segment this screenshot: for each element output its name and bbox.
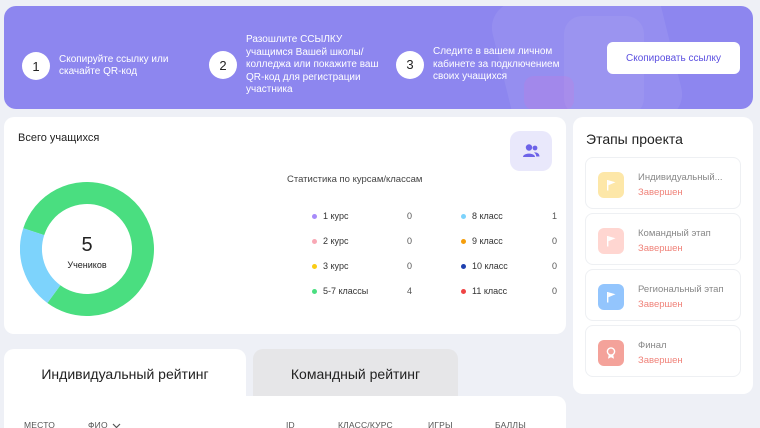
- stat-row: 9 класс 0: [461, 235, 557, 247]
- students-card: Всего учащихся 5 Учеников Статистика по …: [4, 117, 566, 334]
- step-text: Следите в вашем личном кабинете за подкл…: [433, 46, 560, 82]
- stat-value: 0: [406, 261, 412, 271]
- medal-icon: [606, 347, 616, 359]
- stat-label: 1 курс: [323, 211, 349, 221]
- step-2: 2 Разошлите ССЫЛКУ учащимся Вашей школы/…: [209, 34, 391, 97]
- stat-value: 4: [406, 286, 412, 296]
- legend-dot: [461, 213, 466, 219]
- step-3: 3 Следите в вашем личном кабинете за под…: [396, 46, 578, 84]
- stage-status: Завершен: [638, 355, 683, 366]
- legend-dot: [461, 288, 466, 294]
- stage-regional[interactable]: Региональный этап Завершен: [585, 269, 741, 321]
- stat-value: 0: [551, 236, 557, 246]
- copy-link-button[interactable]: Скопировать ссылку: [607, 42, 740, 74]
- stage-status: Завершен: [638, 243, 683, 254]
- flag-icon: [607, 292, 616, 303]
- stat-row: 8 класс 1: [461, 210, 557, 222]
- step-1: 1 Скопируйте ссылку или скачайте QR-код: [22, 52, 199, 80]
- tab-team-rating[interactable]: Командный рейтинг: [253, 349, 458, 398]
- stage-name: Финал: [638, 340, 667, 351]
- stages-title: Этапы проекта: [586, 131, 683, 147]
- total-students-count: 5: [81, 234, 93, 256]
- stage-name: Командный этап: [638, 228, 711, 239]
- stats-title: Статистика по курсам/классам: [287, 174, 423, 185]
- users-icon: [510, 131, 552, 171]
- students-title: Всего учащихся: [18, 132, 100, 144]
- stat-row: 10 класс 0: [461, 260, 557, 272]
- stage-icon-box: [598, 228, 624, 254]
- stat-row: 1 курс 0: [312, 210, 412, 222]
- column-header-name-label: ФИО: [88, 420, 108, 428]
- legend-dot: [312, 238, 317, 244]
- stat-label: 8 класс: [472, 211, 503, 221]
- stat-label: 2 курс: [323, 236, 349, 246]
- stage-status: Завершен: [638, 187, 683, 198]
- step-text: Скопируйте ссылку или скачайте QR-код: [59, 53, 169, 78]
- column-header-name[interactable]: ФИО: [88, 420, 121, 428]
- legend-dot: [312, 213, 317, 219]
- column-header-games[interactable]: ИГРЫ: [428, 420, 453, 428]
- stat-label: 11 класс: [472, 286, 508, 296]
- stage-individual[interactable]: Индивидуальный... Завершен: [585, 157, 741, 209]
- flag-icon: [607, 236, 616, 247]
- stat-row: 2 курс 0: [312, 235, 412, 247]
- column-header-place[interactable]: МЕСТО: [24, 420, 55, 428]
- column-header-id[interactable]: ID: [286, 420, 295, 428]
- column-header-points[interactable]: БАЛЛЫ: [495, 420, 526, 428]
- stat-label: 3 курс: [323, 261, 349, 271]
- legend-dot: [312, 288, 317, 294]
- stage-icon-box: [598, 284, 624, 310]
- total-students-label: Учеников: [67, 260, 107, 270]
- legend-dot: [461, 263, 466, 269]
- stat-value: 0: [406, 211, 412, 221]
- stage-icon-box: [598, 172, 624, 198]
- stage-final[interactable]: Финал Завершен: [585, 325, 741, 377]
- tab-individual-rating[interactable]: Индивидуальный рейтинг: [4, 349, 246, 398]
- flag-icon: [607, 180, 616, 191]
- chevron-down-icon: [112, 423, 121, 428]
- step-text: Разошлите ССЫЛКУ учащимся Вашей школы/ко…: [246, 34, 379, 95]
- instructions-banner: 1 Скопируйте ссылку или скачайте QR-код …: [4, 6, 753, 109]
- step-number: 1: [22, 52, 50, 80]
- stat-value: 1: [551, 211, 557, 221]
- stat-label: 9 класс: [472, 236, 503, 246]
- legend-dot: [461, 238, 466, 244]
- stage-team[interactable]: Командный этап Завершен: [585, 213, 741, 265]
- stat-value: 0: [406, 236, 412, 246]
- stat-row: 5-7 классы 4: [312, 285, 412, 297]
- stage-icon-box: [598, 340, 624, 366]
- stat-label: 10 класс: [472, 261, 508, 271]
- project-stages-card: Этапы проекта Индивидуальный... Завершен…: [573, 117, 753, 394]
- step-number: 2: [209, 51, 237, 80]
- column-header-class[interactable]: КЛАСС/КУРС: [338, 420, 393, 428]
- stage-name: Индивидуальный...: [638, 172, 723, 183]
- stat-row: 11 класс 0: [461, 285, 557, 297]
- stage-status: Завершен: [638, 299, 683, 310]
- stat-value: 0: [551, 286, 557, 296]
- stage-name: Региональный этап: [638, 284, 724, 295]
- stat-label: 5-7 классы: [323, 286, 369, 296]
- legend-dot: [312, 263, 317, 269]
- stat-row: 3 курс 0: [312, 260, 412, 272]
- stat-value: 0: [551, 261, 557, 271]
- step-number: 3: [396, 50, 424, 79]
